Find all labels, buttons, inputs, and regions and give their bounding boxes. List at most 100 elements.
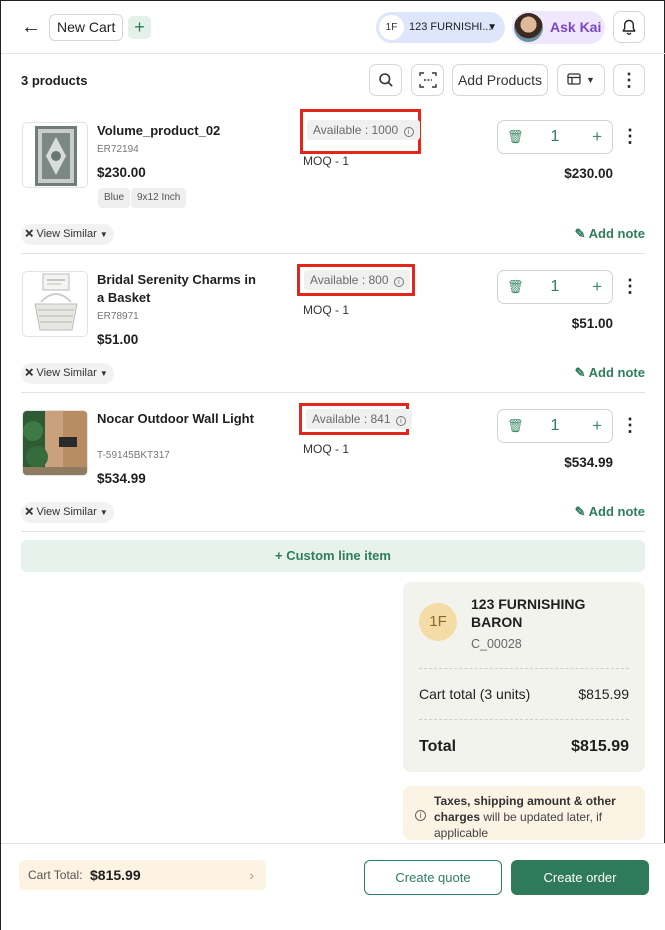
taxes-notice: i Taxes, shipping amount & other charges… [403,786,645,840]
row-divider [21,253,645,254]
add-note-button[interactable]: ✎ Add note [575,504,645,520]
row-divider [21,531,645,532]
customer-selector[interactable]: 1F 123 FURNISHI... ▼ [376,12,505,43]
moq-label: MOQ - 1 [303,303,350,317]
add-note-label: Add note [588,365,645,380]
top-bar: ← New Cart + 1F 123 FURNISHI... ▼ Ask Ka… [1,1,665,54]
cart-total-bar[interactable]: Cart Total: $815.99 › [19,860,266,890]
product-name[interactable]: Volume_product_02 [97,122,257,140]
ask-kai-label: Ask Kai [550,19,602,35]
availability-text: Available : 800 [310,273,389,287]
order-summary-card: 1F 123 FURNISHING BARON C_00028 Cart tot… [403,582,645,772]
quantity-stepper[interactable]: 🗑 1 + [497,270,613,304]
cart-name-button[interactable]: New Cart [49,14,124,41]
availability-badge: Available : 841 i [306,409,412,429]
create-quote-button[interactable]: Create quote [364,860,502,895]
row-menu-icon[interactable]: ⋮ [621,415,639,437]
wall-light-image-icon [23,411,87,475]
row-divider [21,392,645,393]
chevron-right-icon: › [249,867,254,883]
increment-button[interactable]: + [592,271,602,303]
chevron-down-icon: ▼ [99,369,108,378]
custom-line-item-button[interactable]: + Custom line item [21,540,645,572]
chevron-down-icon: ▼ [586,75,595,85]
product-price: $534.99 [97,471,146,486]
barcode-scan-icon [418,72,437,88]
avatar [514,13,543,42]
moq-label: MOQ - 1 [303,442,350,456]
product-name[interactable]: Bridal Serenity Charms in a Basket [97,271,257,307]
ask-kai-button[interactable]: Ask Kai [512,11,605,44]
increment-button[interactable]: + [592,121,602,153]
product-sku: T-59145BKT317 [97,450,170,461]
view-similar-button[interactable]: ❌︎ View Similar ▼ [21,224,114,245]
more-options-button[interactable]: ⋮ [613,64,645,96]
tag-icon: ❌︎ [25,506,34,518]
chevron-down-icon: ▼ [99,230,108,239]
product-name[interactable]: Nocar Outdoor Wall Light [97,410,257,428]
footer-bar: Cart Total: $815.99 › Create quote Creat… [1,843,665,930]
total-value: $815.99 [571,738,629,755]
product-image[interactable] [22,271,88,337]
variant-tag-color: Blue [98,188,131,208]
bell-icon [622,19,636,35]
product-image[interactable] [22,122,88,188]
product-sku: ER78971 [97,311,139,322]
increment-button[interactable]: + [592,410,602,442]
view-similar-button[interactable]: ❌︎ View Similar ▼ [21,502,114,523]
notifications-button[interactable] [613,11,645,43]
app-frame: ← New Cart + 1F 123 FURNISHI... ▼ Ask Ka… [0,0,665,930]
info-icon[interactable]: i [403,127,414,137]
footer-cart-total-label: Cart Total: [28,868,83,882]
moq-label: MOQ - 1 [303,154,350,168]
availability-text: Available : 1000 [313,123,399,137]
availability-text: Available : 841 [312,412,391,426]
search-icon [378,73,393,87]
basket-image-icon [34,273,78,331]
row-menu-icon[interactable]: ⋮ [621,276,639,298]
search-button[interactable] [369,64,402,96]
view-similar-label: View Similar [36,506,97,518]
view-similar-label: View Similar [36,228,97,240]
add-note-label: Add note [588,504,645,519]
availability-highlight: Available : 1000 i [300,109,421,154]
scan-button[interactable] [411,64,444,96]
availability-badge: Available : 800 i [304,270,410,290]
view-similar-button[interactable]: ❌︎ View Similar ▼ [21,363,114,384]
line-total: $51.00 [571,316,613,331]
divider [419,719,629,720]
tag-icon: ❌︎ [25,367,34,379]
table-view-icon [567,73,581,85]
quantity-stepper[interactable]: 🗑 1 + [497,120,613,154]
info-icon[interactable]: i [395,416,406,426]
kebab-menu-icon: ⋮ [620,70,638,90]
back-arrow-icon[interactable]: ← [21,16,43,38]
availability-badge: Available : 1000 i [307,120,420,140]
cart-total-label: Cart total (3 units) [419,686,531,702]
product-price: $230.00 [97,165,146,180]
customer-name: 123 FURNISHI... [409,21,492,33]
note-icon: ✎ [574,365,586,380]
footer-cart-total-value: $815.99 [90,867,141,883]
create-order-button[interactable]: Create order [511,860,649,895]
info-icon[interactable]: i [393,277,404,287]
quantity-stepper[interactable]: 🗑 1 + [497,409,613,443]
row-menu-icon[interactable]: ⋮ [621,126,639,148]
variant-tag-size: 9x12 Inch [131,188,187,208]
line-total: $534.99 [564,455,613,470]
view-similar-label: View Similar [36,367,97,379]
new-cart-button[interactable]: + [128,16,151,39]
chevron-down-icon: ▼ [487,22,497,33]
summary-customer-name: 123 FURNISHING BARON [471,596,586,630]
line-total: $230.00 [564,166,613,181]
add-note-button[interactable]: ✎ Add note [575,365,645,381]
note-icon: ✎ [574,226,586,241]
add-products-button[interactable]: Add Products [452,64,548,96]
view-options-button[interactable]: ▼ [557,64,605,96]
availability-highlight: Available : 841 i [299,403,412,435]
note-icon: ✎ [574,504,586,519]
add-note-button[interactable]: ✎ Add note [575,226,645,242]
availability-highlight: Available : 800 i [297,264,415,296]
tag-icon: ❌︎ [25,228,34,240]
product-image[interactable] [22,410,88,476]
